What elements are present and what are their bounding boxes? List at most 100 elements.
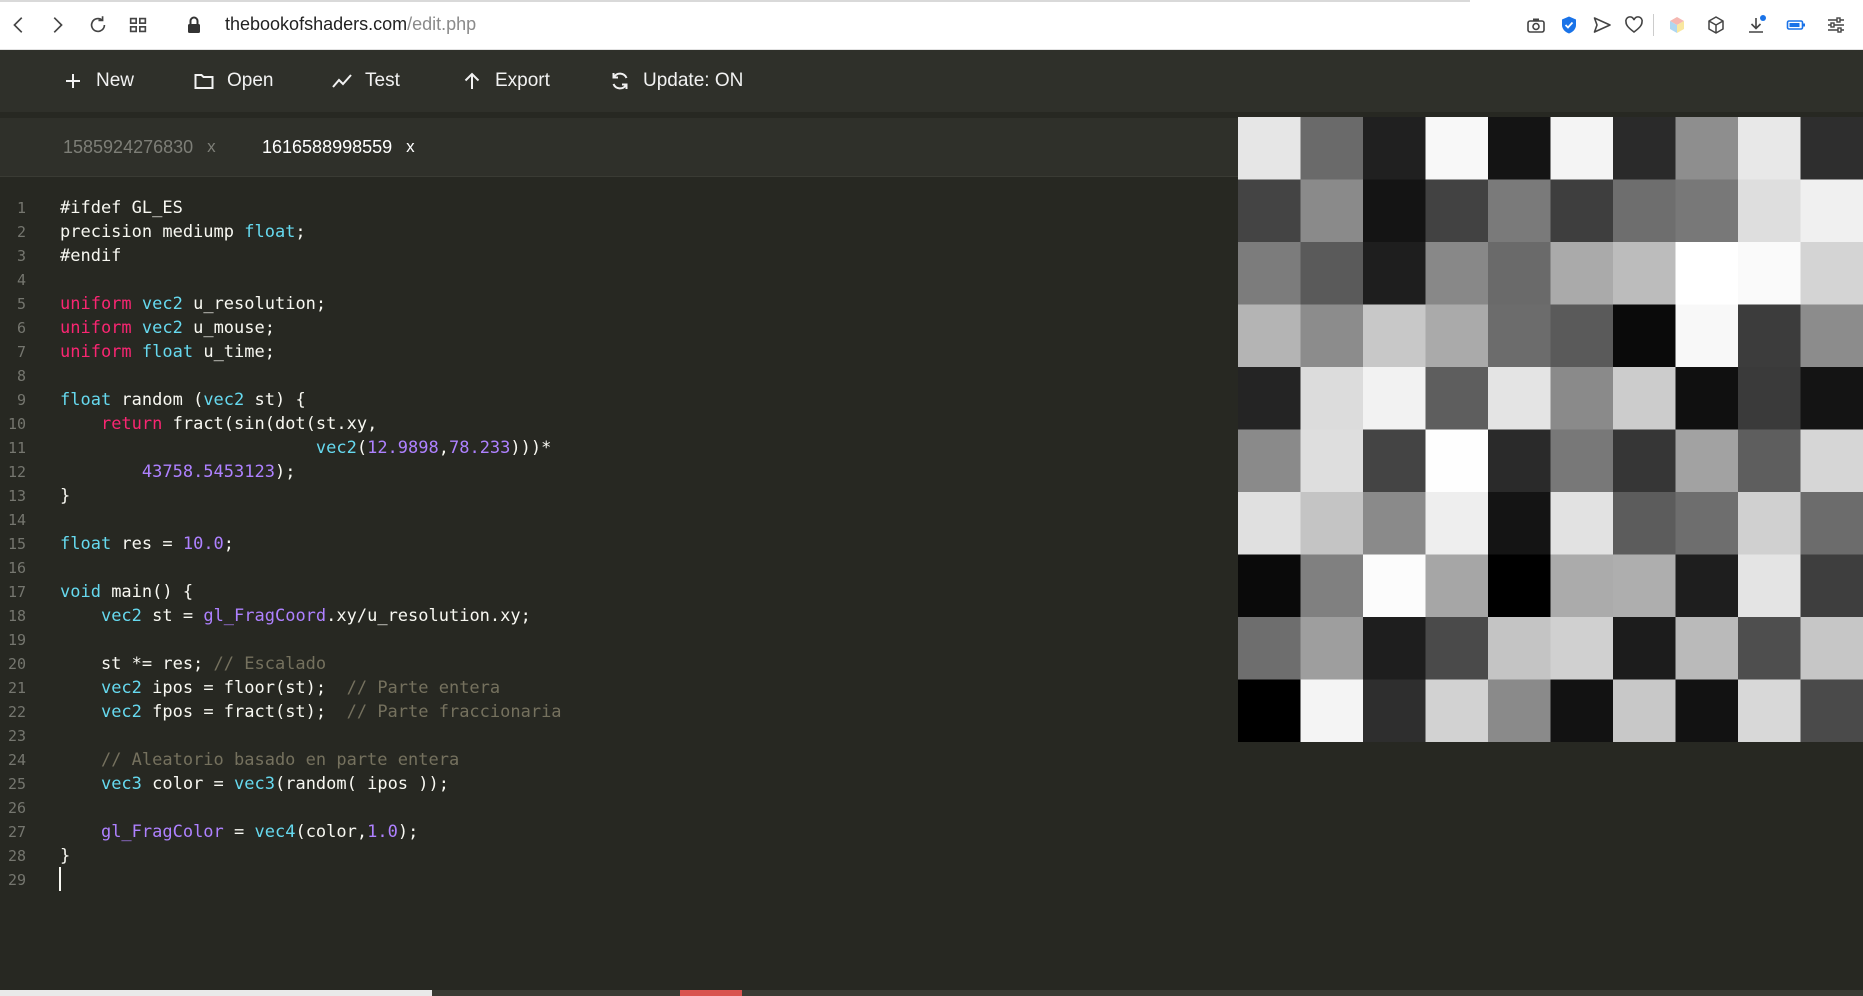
easy-setup-button[interactable]: [1823, 12, 1849, 38]
send-button[interactable]: [1589, 12, 1615, 38]
code-editor[interactable]: 1 #ifdef GL_ES 2 precision mediump float; 3 #…: [0, 196, 1238, 889]
downloads-button[interactable]: [1743, 12, 1769, 38]
code-line[interactable]: 13}: [0, 484, 1238, 508]
code-token: float: [60, 390, 112, 410]
code-line[interactable]: 9 float random (vec2 st) {: [0, 388, 1238, 412]
address-bar[interactable]: thebookofshaders.com/edit.php: [225, 14, 476, 35]
vpn-shield-button[interactable]: [1556, 12, 1582, 38]
new-button[interactable]: New: [62, 64, 134, 98]
line-source: return fract(sin(dot(st.xy,: [60, 412, 377, 436]
code-line[interactable]: 21 vec2 ipos = floor(st); // Parte enter…: [0, 676, 1238, 700]
code-token: vec2: [100, 702, 142, 722]
code-line[interactable]: 17 void main() {: [0, 580, 1238, 604]
code-line[interactable]: 5 uniform vec2 u_resolution;: [0, 292, 1238, 316]
preview-cell: [1550, 179, 1614, 243]
code-token: gl_FragCoord: [203, 606, 327, 626]
tab-1616588998559[interactable]: 1616588998559 x: [262, 132, 415, 162]
lock-icon[interactable]: [185, 15, 203, 35]
url-domain: thebookofshaders.com: [225, 14, 408, 34]
preview-cell: [1488, 617, 1552, 681]
battery-saver-button[interactable]: [1783, 12, 1809, 38]
tab-close-button[interactable]: x: [406, 137, 415, 157]
code-line[interactable]: 6 uniform vec2 u_mouse;: [0, 316, 1238, 340]
favorites-button[interactable]: [1621, 12, 1647, 38]
cube-color-icon: [1670, 17, 1684, 33]
preview-cell: [1738, 554, 1802, 618]
code-token: // Parte entera: [346, 678, 501, 698]
forward-button[interactable]: [43, 11, 71, 39]
code-line[interactable]: 12 43758.5453123);: [0, 460, 1238, 484]
code-line[interactable]: 10 return fract(sin(dot(st.xy,: [0, 412, 1238, 436]
preview-cell: [1675, 117, 1739, 181]
code-token: color =: [141, 774, 235, 794]
code-line[interactable]: 11 vec2(12.9898,78.233)))*: [0, 436, 1238, 460]
preview-cell: [1800, 242, 1863, 306]
tab-1585924276830[interactable]: 1585924276830 x: [63, 132, 216, 162]
scrollbar-thumb[interactable]: [0, 990, 432, 996]
extension-button[interactable]: [1664, 12, 1690, 38]
code-token: fract(sin(dot(st.xy,: [162, 414, 378, 434]
preview-cell: [1675, 554, 1739, 618]
code-line[interactable]: 2 precision mediump float;: [0, 220, 1238, 244]
code-token: (random( ipos ));: [274, 774, 449, 794]
code-line[interactable]: 4: [0, 268, 1238, 292]
speed-dial-button[interactable]: [124, 11, 152, 39]
preview-cell: [1675, 367, 1739, 431]
line-source: void main() {: [60, 580, 193, 604]
preview-cell: [1613, 679, 1677, 742]
preview-cell: [1488, 242, 1552, 306]
code-line[interactable]: 7 uniform float u_time;: [0, 340, 1238, 364]
preview-cell: [1488, 367, 1552, 431]
code-line[interactable]: 20 st *= res; // Escalado: [0, 652, 1238, 676]
open-button[interactable]: Open: [193, 64, 273, 98]
code-token: .xy/u_resolution.xy;: [326, 606, 531, 626]
code-line[interactable]: 18 vec2 st = gl_FragCoord.xy/u_resolutio…: [0, 604, 1238, 628]
line-number: 2: [16, 223, 26, 241]
code-line[interactable]: 15 float res = 10.0;: [0, 532, 1238, 556]
plus-icon: [66, 74, 80, 88]
preview-grid: [1238, 117, 1863, 742]
code-line[interactable]: 23: [0, 724, 1238, 748]
code-line[interactable]: 22 vec2 fpos = fract(st); // Parte fracc…: [0, 700, 1238, 724]
code-token: vec2: [100, 678, 142, 698]
reload-button[interactable]: [84, 11, 112, 39]
tab-close-button[interactable]: x: [207, 137, 216, 157]
code-line[interactable]: 3 #endif: [0, 244, 1238, 268]
code-token: )))*: [510, 438, 552, 458]
trending-up-icon: [332, 74, 352, 88]
code-line[interactable]: 27 gl_FragColor = vec4(color,1.0);: [0, 820, 1238, 844]
cube-extension-button[interactable]: [1703, 12, 1729, 38]
code-line[interactable]: 8: [0, 364, 1238, 388]
back-button[interactable]: [5, 11, 33, 39]
preview-cell: [1363, 117, 1427, 181]
code-line[interactable]: 1 #ifdef GL_ES: [0, 196, 1238, 220]
code-line[interactable]: 16: [0, 556, 1238, 580]
test-button[interactable]: Test: [331, 64, 400, 98]
update-toggle[interactable]: Update: ON: [609, 64, 743, 98]
preview-cell: [1300, 179, 1364, 243]
code-line[interactable]: 28}: [0, 844, 1238, 868]
code-token: #endif: [60, 246, 122, 266]
export-label: Export: [495, 70, 550, 91]
code-line[interactable]: 26: [0, 796, 1238, 820]
preview-cell: [1800, 179, 1863, 243]
preview-cell: [1738, 117, 1802, 181]
test-label: Test: [365, 70, 400, 91]
code-line[interactable]: 25 vec3 color = vec3(random( ipos ));: [0, 772, 1238, 796]
export-button[interactable]: Export: [461, 64, 550, 98]
code-line[interactable]: 29: [0, 868, 1238, 892]
shader-preview-canvas[interactable]: [1238, 117, 1863, 742]
folder-icon: [194, 74, 214, 89]
url-path: /edit.php: [407, 14, 477, 34]
snapshot-button[interactable]: [1523, 12, 1549, 38]
code-line[interactable]: 14: [0, 508, 1238, 532]
preview-cell: [1300, 679, 1364, 742]
line-number: 22: [7, 703, 26, 721]
preview-cell: [1800, 429, 1863, 493]
code-line[interactable]: 19: [0, 628, 1238, 652]
code-line[interactable]: 24 // Aleatorio basado en parte entera: [0, 748, 1238, 772]
